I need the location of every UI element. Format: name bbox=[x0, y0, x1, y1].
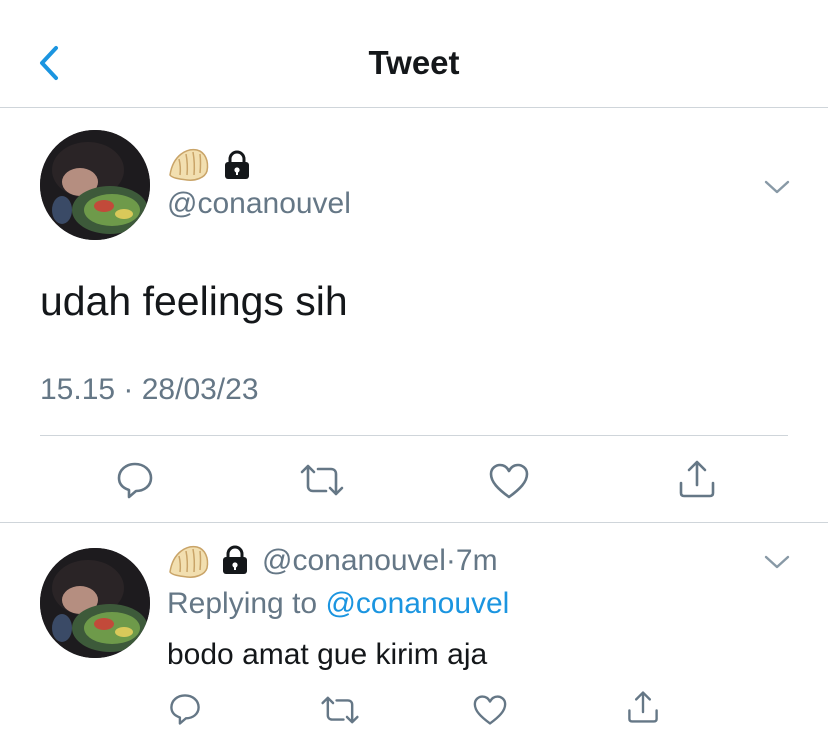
avatar[interactable] bbox=[40, 130, 150, 240]
lock-icon bbox=[225, 150, 249, 179]
reply-icon[interactable] bbox=[115, 460, 155, 500]
divider bbox=[40, 435, 788, 436]
like-icon[interactable] bbox=[472, 694, 508, 726]
reply-text: bodo amat gue kirim aja bbox=[167, 638, 488, 671]
divider bbox=[0, 522, 828, 523]
chevron-down-icon[interactable] bbox=[762, 552, 792, 572]
mention-link[interactable]: @conanouvel bbox=[325, 587, 509, 620]
dumpling-emoji bbox=[169, 545, 209, 578]
reply-icon[interactable] bbox=[168, 692, 202, 726]
share-icon[interactable] bbox=[677, 459, 717, 499]
tweet-text: udah feelings sih bbox=[40, 278, 348, 324]
avatar[interactable] bbox=[40, 548, 150, 658]
like-icon[interactable] bbox=[488, 462, 530, 500]
user-handle[interactable]: @conanouvel bbox=[167, 187, 351, 221]
dumpling-emoji bbox=[169, 148, 209, 181]
replying-to: Replying to @conanouvel bbox=[167, 587, 509, 621]
user-handle[interactable]: @conanouvel bbox=[262, 544, 446, 577]
tweet-timestamp[interactable]: 15.15 · 28/03/23 bbox=[40, 373, 259, 407]
top-bar: Tweet bbox=[0, 0, 828, 108]
retweet-icon[interactable] bbox=[299, 462, 345, 498]
lock-icon bbox=[223, 545, 247, 574]
page-title: Tweet bbox=[368, 44, 460, 81]
reply-header: @conanouvel·7m bbox=[262, 544, 498, 578]
retweet-icon[interactable] bbox=[320, 694, 360, 726]
reply-time[interactable]: 7m bbox=[456, 544, 498, 577]
chevron-down-icon[interactable] bbox=[762, 177, 792, 197]
separator: · bbox=[445, 544, 456, 577]
replying-prefix: Replying to bbox=[167, 587, 318, 620]
share-icon[interactable] bbox=[626, 690, 660, 724]
